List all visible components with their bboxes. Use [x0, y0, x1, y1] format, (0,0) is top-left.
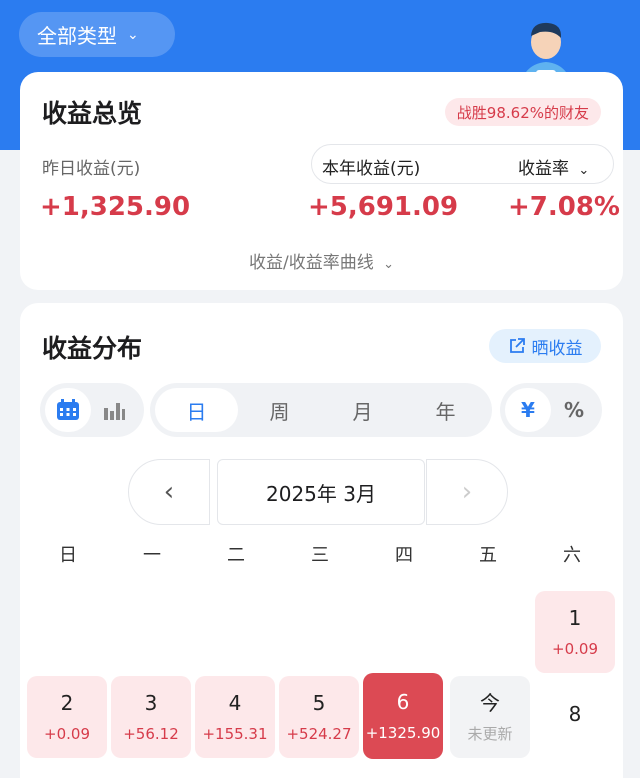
weekday-label: 六 [563, 545, 581, 566]
day-gain: +524.27 [286, 725, 352, 743]
calendar-day[interactable]: 8 [535, 676, 615, 758]
day-number: 1 [568, 606, 582, 630]
weekday-label: 五 [479, 545, 497, 566]
day-gain: +0.09 [552, 640, 598, 658]
day-gain: +155.31 [202, 725, 268, 743]
calendar-day[interactable]: 5 +524.27 [279, 676, 359, 758]
curve-toggle[interactable]: 收益/收益率曲线 ⌄ [20, 248, 623, 273]
day-gain: +56.12 [123, 725, 179, 743]
unit-selector: ¥ % [500, 383, 602, 437]
year-label: 本年收益(元) [322, 159, 421, 179]
chevron-right-icon: › [461, 477, 473, 507]
calendar-day-selected[interactable]: 6 +1325.90 [363, 673, 443, 759]
chevron-down-icon: ⌄ [127, 26, 139, 43]
day-number: 6 [396, 690, 410, 714]
type-filter-dropdown[interactable]: 全部类型 ⌄ [19, 12, 175, 57]
day-gain: +0.09 [44, 725, 90, 743]
yesterday-label: 昨日收益(元) [42, 159, 141, 179]
weekday-label: 二 [227, 545, 245, 566]
next-month-button[interactable]: › [426, 459, 508, 525]
yesterday-value: +1,325.90 [40, 192, 191, 222]
period-month-tab[interactable]: 月 [321, 388, 404, 432]
share-earnings-button[interactable]: 晒收益 [489, 329, 601, 363]
day-number: 2 [60, 691, 74, 715]
unit-percent-tab[interactable]: % [551, 388, 597, 432]
rate-value: +7.08% [508, 192, 620, 222]
calendar-day[interactable]: 1 +0.09 [535, 591, 615, 673]
day-gain: 未更新 [467, 725, 513, 743]
weekday-label: 三 [311, 545, 329, 566]
chevron-down-icon: ⌄ [383, 257, 395, 272]
period-week-tab[interactable]: 周 [238, 388, 321, 432]
weekday-label: 一 [143, 545, 161, 566]
calendar-icon [57, 399, 79, 420]
distribution-title: 收益分布 [42, 334, 143, 363]
view-toggle [40, 383, 144, 437]
overview-card: 收益总览 战胜98.62%的财友 昨日收益(元) +1,325.90 本年收益(… [20, 72, 623, 290]
day-number: 3 [144, 691, 158, 715]
overview-title: 收益总览 [42, 99, 143, 128]
chevron-left-icon: ‹ [163, 477, 175, 507]
calendar-day-today[interactable]: 今 未更新 [450, 676, 530, 758]
bar-chart-icon [104, 403, 125, 420]
share-icon [509, 338, 525, 353]
bar-chart-view-button[interactable] [91, 388, 137, 432]
day-number: 8 [568, 702, 582, 726]
type-filter-label: 全部类型 [37, 24, 117, 48]
period-day-tab[interactable]: 日 [155, 388, 238, 432]
year-value: +5,691.09 [308, 192, 459, 222]
calendar-day[interactable]: 4 +155.31 [195, 676, 275, 758]
period-year-tab[interactable]: 年 [404, 388, 487, 432]
chevron-down-icon: ⌄ [578, 163, 590, 178]
day-gain: +1325.90 [365, 724, 441, 742]
share-label: 晒收益 [531, 338, 583, 359]
rate-label: 收益率 [518, 159, 569, 179]
weekday-label: 四 [395, 545, 413, 566]
rate-dropdown[interactable]: 收益率 ⌄ [518, 154, 589, 179]
beat-badge: 战胜98.62%的财友 [444, 98, 601, 126]
calendar-view-button[interactable] [45, 388, 91, 432]
period-selector: 日 周 月 年 [150, 383, 492, 437]
calendar-day[interactable]: 3 +56.12 [111, 676, 191, 758]
distribution-card: 收益分布 晒收益 日 周 月 年 ¥ % ‹ 2025年 3月 › 日 一 二 … [20, 303, 623, 778]
month-label[interactable]: 2025年 3月 [217, 459, 425, 525]
weekday-label: 日 [59, 545, 77, 566]
calendar-day[interactable]: 2 +0.09 [27, 676, 107, 758]
day-number: 4 [228, 691, 242, 715]
weekday-header: 日 一 二 三 四 五 六 [20, 541, 623, 566]
curve-toggle-label: 收益/收益率曲线 [248, 253, 374, 273]
previous-month-button[interactable]: ‹ [128, 459, 210, 525]
unit-amount-tab[interactable]: ¥ [505, 388, 551, 432]
day-number: 5 [312, 691, 326, 715]
day-number: 今 [480, 691, 500, 715]
